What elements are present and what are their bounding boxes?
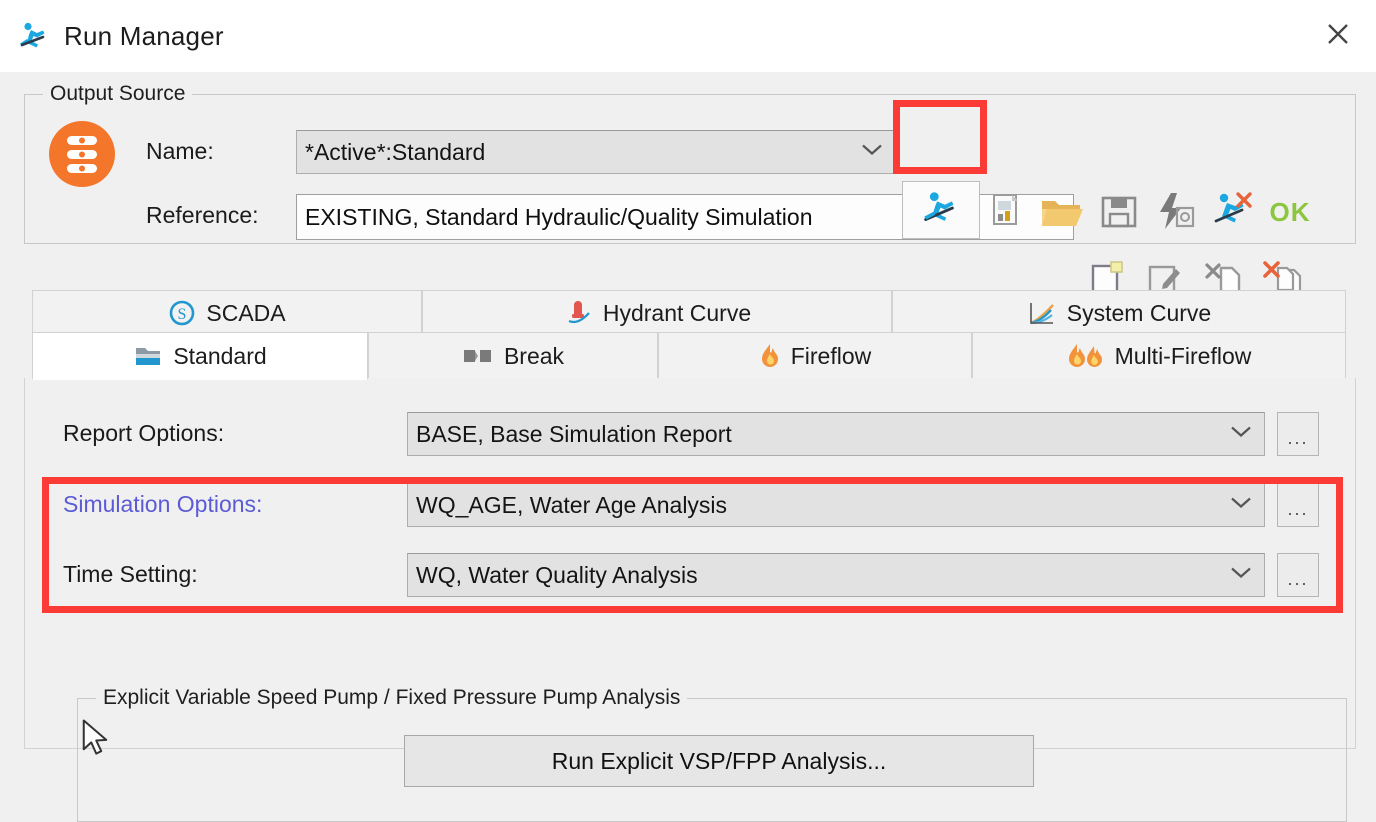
reference-value: EXISTING, Standard Hydraulic/Quality Sim… <box>305 203 813 230</box>
tab-scada[interactable]: S SCADA <box>32 290 422 336</box>
chevron-down-icon <box>1230 496 1252 515</box>
time-setting-label: Time Setting: <box>63 561 198 587</box>
double-flame-icon <box>1067 343 1105 369</box>
time-setting-value: WQ, Water Quality Analysis <box>416 561 698 588</box>
dialog-body: Output Source Name: *Active*:Standard Re… <box>0 72 1376 822</box>
tab-hydrant-curve[interactable]: Hydrant Curve <box>422 290 892 336</box>
standard-tab-panel: Report Options: BASE, Base Simulation Re… <box>24 378 1356 822</box>
tab-fireflow[interactable]: Fireflow <box>658 332 972 380</box>
time-setting-browse-button[interactable]: ... <box>1277 553 1319 597</box>
report-options-browse-button[interactable]: ... <box>1277 412 1319 456</box>
open-folder-icon[interactable] <box>1038 192 1084 232</box>
chevron-down-icon <box>1230 566 1252 585</box>
simulation-options-browse-label: ... <box>1287 499 1309 519</box>
simulation-options-value: WQ_AGE, Water Age Analysis <box>416 491 728 518</box>
system-curve-chart-icon <box>1027 299 1057 327</box>
tab-multi-fireflow-label: Multi-Fireflow <box>1114 342 1252 369</box>
tab-scada-label: SCADA <box>206 299 286 326</box>
folder-icon <box>133 343 163 369</box>
output-name-combo[interactable]: *Active*:Standard <box>296 130 896 174</box>
quick-run-icon[interactable] <box>1154 190 1198 232</box>
title-bar: Run Manager <box>0 0 1376 73</box>
time-setting-browse-label: ... <box>1287 569 1309 589</box>
runner-icon <box>16 19 50 53</box>
tab-standard-label: Standard <box>173 342 267 369</box>
vsp-fpp-legend: Explicit Variable Speed Pump / Fixed Pre… <box>96 686 688 710</box>
output-name-value: *Active*:Standard <box>305 138 486 165</box>
tab-break-label: Break <box>503 342 565 369</box>
run-vsp-fpp-label: Run Explicit VSP/FPP Analysis... <box>551 747 887 774</box>
simulation-options-browse-button[interactable]: ... <box>1277 483 1319 527</box>
name-label: Name: <box>146 138 214 164</box>
run-vsp-fpp-button[interactable]: Run Explicit VSP/FPP Analysis... <box>404 735 1034 787</box>
simulation-options-combo[interactable]: WQ_AGE, Water Age Analysis <box>407 483 1265 527</box>
report-options-combo[interactable]: BASE, Base Simulation Report <box>407 412 1265 456</box>
window-title: Run Manager <box>64 20 224 51</box>
svg-text:S: S <box>178 306 187 323</box>
mouse-cursor <box>80 718 110 758</box>
scada-circle-s-icon: S <box>168 299 196 327</box>
tab-break[interactable]: Break <box>368 332 658 380</box>
time-setting-combo[interactable]: WQ, Water Quality Analysis <box>407 553 1265 597</box>
save-icon[interactable] <box>1098 192 1140 232</box>
tab-system-curve-label: System Curve <box>1066 299 1212 326</box>
ok-icon[interactable]: OK <box>1262 194 1318 230</box>
reference-label: Reference: <box>146 202 259 228</box>
tab-hydrant-curve-label: Hydrant Curve <box>602 299 752 326</box>
tab-system-curve[interactable]: System Curve <box>892 290 1346 336</box>
tab-strip: S SCADA Hydrant Curve System Curve Stand… <box>24 290 1354 380</box>
chevron-down-icon <box>1230 425 1252 444</box>
report-options-browse-label: ... <box>1287 428 1309 448</box>
close-icon[interactable] <box>1310 8 1366 60</box>
broken-pipe-icon <box>462 345 494 367</box>
tab-multi-fireflow[interactable]: Multi-Fireflow <box>972 332 1346 380</box>
vsp-fpp-group: Explicit Variable Speed Pump / Fixed Pre… <box>77 686 1347 822</box>
chevron-down-icon <box>861 143 883 162</box>
report-icon[interactable] <box>984 190 1028 230</box>
traffic-light-icon <box>46 118 118 190</box>
report-options-value: BASE, Base Simulation Report <box>416 420 732 447</box>
output-source-legend: Output Source <box>43 82 193 106</box>
tab-standard[interactable]: Standard <box>32 332 368 380</box>
report-options-label: Report Options: <box>63 420 225 446</box>
tab-fireflow-label: Fireflow <box>790 342 872 369</box>
run-icon[interactable] <box>912 187 968 231</box>
cancel-run-icon[interactable] <box>1208 188 1256 232</box>
simulation-options-label[interactable]: Simulation Options: <box>63 491 262 518</box>
hydrant-icon <box>563 299 593 327</box>
flame-icon <box>759 343 781 369</box>
